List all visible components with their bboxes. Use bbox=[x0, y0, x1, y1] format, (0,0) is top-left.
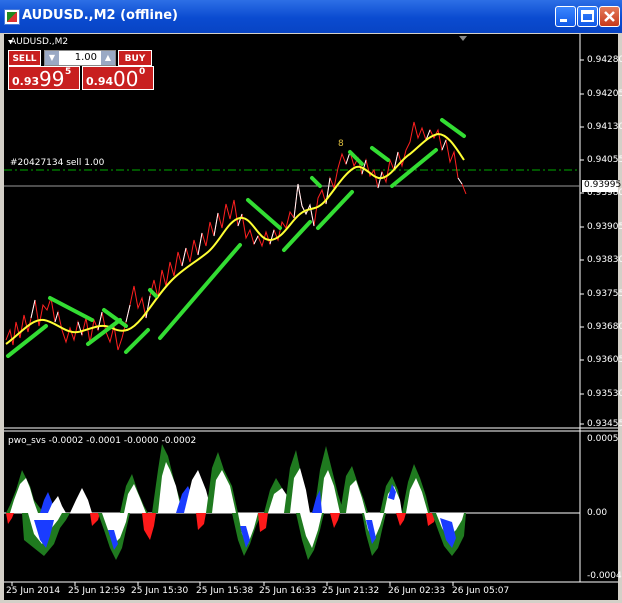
buy-price-big: 00 bbox=[113, 67, 139, 91]
buy-price-box[interactable]: 0.94 00 0 bbox=[82, 66, 154, 91]
price-tick: 0.94280 bbox=[587, 55, 622, 65]
price-tick: 0.93530 bbox=[587, 389, 622, 399]
indicator-histogram bbox=[6, 444, 466, 560]
time-tick: 25 Jun 15:38 bbox=[196, 586, 254, 596]
time-tick: 25 Jun 12:59 bbox=[68, 586, 126, 596]
time-tick: 25 Jun 15:30 bbox=[131, 586, 189, 596]
price-axis-ticks bbox=[580, 59, 584, 425]
price-tick: 0.93680 bbox=[587, 322, 622, 332]
price-tick: 0.93455 bbox=[587, 419, 622, 429]
price-tick: 0.93905 bbox=[587, 222, 622, 232]
price-tick: 0.94055 bbox=[587, 155, 622, 165]
chart-canvas[interactable] bbox=[0, 0, 622, 603]
indicator-tick: 0.0005 bbox=[587, 434, 619, 444]
time-tick: 26 Jun 05:07 bbox=[452, 586, 510, 596]
time-tick: 25 Jun 2014 bbox=[6, 586, 61, 596]
sell-price-big: 99 bbox=[39, 67, 65, 91]
event-marker: 8 bbox=[338, 139, 344, 149]
chart-shift-marker[interactable] bbox=[459, 36, 467, 41]
sell-button[interactable]: SELL bbox=[8, 50, 41, 66]
buy-price-sup: 0 bbox=[139, 67, 146, 77]
lot-decrease-icon[interactable]: ▼ bbox=[45, 51, 59, 65]
buy-price-prefix: 0.94 bbox=[86, 75, 114, 88]
lot-increase-icon[interactable]: ▲ bbox=[101, 51, 115, 65]
indicator-label: pwo_svs -0.0002 -0.0001 -0.0000 -0.0002 bbox=[8, 436, 197, 446]
current-price-tag: 0.93995 bbox=[584, 180, 622, 190]
price-tick: 0.94130 bbox=[587, 122, 622, 132]
buy-button[interactable]: BUY bbox=[118, 50, 152, 66]
sell-price-sup: 5 bbox=[65, 67, 72, 77]
indicator-tick: -0.0004 bbox=[587, 571, 622, 581]
price-tick: 0.94205 bbox=[587, 89, 622, 99]
sell-price-box[interactable]: 0.93 99 5 bbox=[8, 66, 80, 91]
price-tick: 0.93830 bbox=[587, 255, 622, 265]
symbol-menu-icon[interactable] bbox=[8, 40, 13, 45]
indicator-tick: 0.00 bbox=[587, 508, 608, 518]
lot-size-value[interactable]: 1.00 bbox=[75, 52, 97, 63]
order-label[interactable]: #20427134 sell 1.00 bbox=[10, 158, 104, 168]
symbol-label: AUDUSD.,M2 bbox=[10, 37, 69, 47]
time-tick: 25 Jun 16:33 bbox=[259, 586, 317, 596]
time-tick: 25 Jun 21:32 bbox=[322, 586, 380, 596]
time-tick: 26 Jun 02:33 bbox=[388, 586, 446, 596]
sell-price-prefix: 0.93 bbox=[12, 75, 40, 88]
price-tick: 0.93755 bbox=[587, 289, 622, 299]
price-tick: 0.93605 bbox=[587, 355, 622, 365]
swing-segments bbox=[6, 118, 466, 358]
lot-size-field[interactable]: ▼ 1.00 ▲ bbox=[44, 50, 116, 66]
